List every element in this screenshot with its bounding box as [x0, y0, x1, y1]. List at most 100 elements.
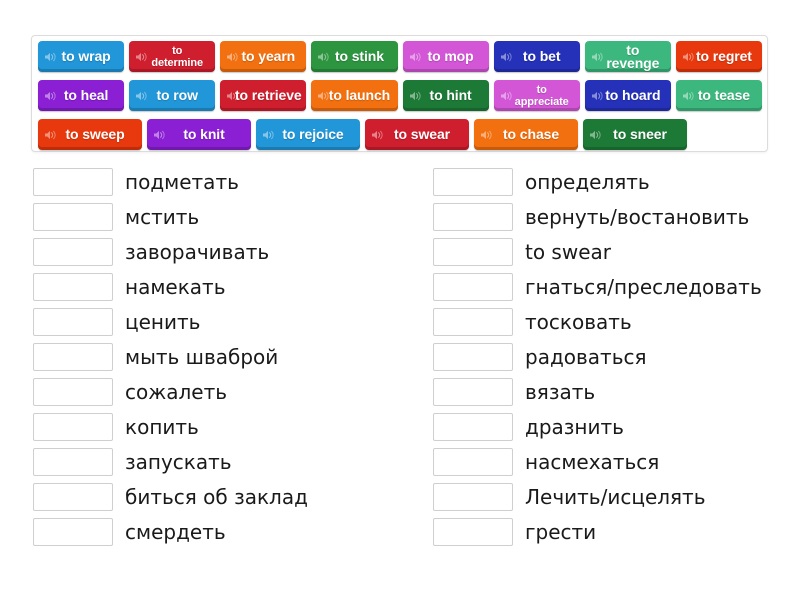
- answer-row: гнаться/преследовать: [433, 269, 800, 304]
- word-tile-to-yearn[interactable]: to yearn: [220, 41, 307, 72]
- drop-target-box[interactable]: [433, 307, 513, 336]
- speaker-icon[interactable]: [682, 51, 695, 62]
- answer-prompt-text: мыть шваброй: [125, 344, 279, 369]
- word-tile-to-regret[interactable]: to regret: [675, 41, 762, 72]
- drop-target-box[interactable]: [33, 377, 113, 406]
- answer-prompt-text: смердеть: [125, 519, 226, 544]
- word-tile-to-swear[interactable]: to swear: [365, 119, 469, 150]
- word-tile-label: to sneer: [613, 126, 667, 142]
- drop-target-box[interactable]: [433, 272, 513, 301]
- answer-prompt-text: ценить: [125, 309, 201, 334]
- answer-prompt-text: вязать: [525, 379, 596, 404]
- speaker-icon[interactable]: [591, 90, 604, 101]
- drop-target-box[interactable]: [433, 202, 513, 231]
- word-tile-to-launch[interactable]: to launch: [311, 80, 398, 111]
- tile-row: to heal to row to retrieve to launch to hint…: [38, 80, 767, 115]
- answer-row: радоваться: [433, 339, 800, 374]
- answer-row: грести: [433, 514, 800, 549]
- drop-target-box[interactable]: [433, 342, 513, 371]
- answer-row: заворачивать: [33, 234, 400, 269]
- drop-target-box[interactable]: [433, 482, 513, 511]
- word-tile-label: to row: [156, 87, 198, 103]
- drop-target-box[interactable]: [433, 167, 513, 196]
- word-tile-to-row[interactable]: to row: [129, 80, 216, 111]
- drop-target-box[interactable]: [433, 377, 513, 406]
- word-tile-to-sneer[interactable]: to sneer: [583, 119, 687, 150]
- speaker-icon[interactable]: [500, 51, 513, 62]
- word-tile-label: to rejoice: [282, 126, 344, 142]
- word-tile-to-heal[interactable]: to heal: [38, 80, 125, 111]
- speaker-icon[interactable]: [45, 129, 57, 140]
- answer-row: вязать: [433, 374, 800, 409]
- answer-row: тосковать: [433, 304, 800, 339]
- word-tile-label: to chase: [503, 126, 559, 142]
- speaker-icon[interactable]: [154, 129, 166, 140]
- speaker-icon[interactable]: [227, 51, 239, 62]
- speaker-icon[interactable]: [591, 51, 604, 62]
- speaker-icon[interactable]: [318, 51, 330, 62]
- word-tile-to-wrap[interactable]: to wrap: [38, 41, 125, 72]
- drop-target-box[interactable]: [33, 517, 113, 546]
- word-tile-to-mop[interactable]: to mop: [402, 41, 489, 72]
- speaker-icon[interactable]: [409, 51, 422, 62]
- drop-target-box[interactable]: [433, 447, 513, 476]
- speaker-icon[interactable]: [500, 90, 513, 101]
- word-tile-to-chase[interactable]: to chase: [474, 119, 578, 150]
- speaker-icon[interactable]: [227, 90, 239, 101]
- drop-target-box[interactable]: [433, 412, 513, 441]
- drop-target-box[interactable]: [433, 517, 513, 546]
- word-tile-to-retrieve[interactable]: to retrieve: [220, 80, 307, 111]
- answer-row: вернуть/востановить: [433, 199, 800, 234]
- word-tile-label: to wrap: [61, 48, 111, 64]
- speaker-icon[interactable]: [409, 90, 422, 101]
- drop-target-box[interactable]: [433, 237, 513, 266]
- word-tile-tray: to wrap to determine to yearn to stink to mo…: [31, 35, 768, 152]
- drop-target-box[interactable]: [33, 202, 113, 231]
- answer-prompt-text: определять: [525, 169, 650, 194]
- speaker-icon[interactable]: [590, 129, 602, 140]
- answer-row: намекать: [33, 269, 400, 304]
- drop-target-box[interactable]: [33, 237, 113, 266]
- answer-row: запускать: [33, 444, 400, 479]
- speaker-icon[interactable]: [45, 51, 57, 62]
- word-tile-to-knit[interactable]: to knit: [147, 119, 251, 150]
- drop-target-box[interactable]: [33, 272, 113, 301]
- word-tile-to-rejoice[interactable]: to rejoice: [256, 119, 360, 150]
- drop-target-box[interactable]: [33, 412, 113, 441]
- speaker-icon[interactable]: [682, 90, 695, 101]
- word-tile-label: to sweep: [65, 126, 125, 142]
- word-tile-to-appreciate[interactable]: to appreciate: [493, 80, 580, 111]
- drop-target-box[interactable]: [33, 482, 113, 511]
- speaker-icon[interactable]: [318, 90, 330, 101]
- drop-target-box[interactable]: [33, 307, 113, 336]
- speaker-icon[interactable]: [136, 90, 148, 101]
- speaker-icon[interactable]: [481, 129, 493, 140]
- tile-row: to wrap to determine to yearn to stink to mo…: [38, 41, 767, 76]
- drop-target-box[interactable]: [33, 342, 113, 371]
- tile-row: to sweep to knit to rejoice to swear to chas…: [38, 119, 767, 154]
- word-tile-to-sweep[interactable]: to sweep: [38, 119, 142, 150]
- word-tile-to-bet[interactable]: to bet: [493, 41, 580, 72]
- answer-row: насмехаться: [433, 444, 800, 479]
- answer-prompt-text: тосковать: [525, 309, 632, 334]
- answer-row: дразнить: [433, 409, 800, 444]
- word-tile-to-tease[interactable]: to tease: [675, 80, 762, 111]
- word-tile-to-revenge[interactable]: to revenge: [584, 41, 671, 72]
- answer-row: подметать: [33, 164, 400, 199]
- speaker-icon[interactable]: [372, 129, 384, 140]
- word-tile-to-stink[interactable]: to stink: [311, 41, 398, 72]
- speaker-icon[interactable]: [263, 129, 275, 140]
- speaker-icon[interactable]: [136, 51, 148, 62]
- answer-prompt-text: гнаться/преследовать: [525, 274, 762, 299]
- word-tile-label: to heal: [63, 87, 109, 103]
- word-tile-to-hoard[interactable]: to hoard: [584, 80, 671, 111]
- speaker-icon[interactable]: [45, 90, 57, 101]
- word-tile-label: to hint: [429, 87, 472, 103]
- drop-target-box[interactable]: [33, 447, 113, 476]
- word-tile-to-determine[interactable]: to determine: [129, 41, 216, 72]
- drop-target-box[interactable]: [33, 167, 113, 196]
- answer-prompt-text: насмехаться: [525, 449, 660, 474]
- answer-prompt-text: намекать: [125, 274, 226, 299]
- word-tile-to-hint[interactable]: to hint: [402, 80, 489, 111]
- answer-prompt-text: to swear: [525, 239, 611, 264]
